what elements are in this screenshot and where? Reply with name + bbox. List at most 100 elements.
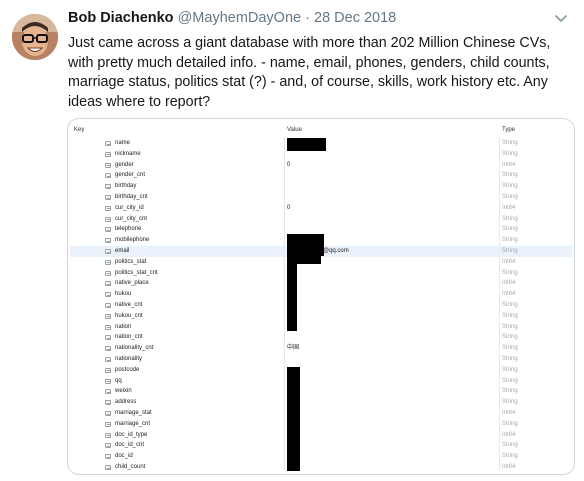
record-row[interactable]: native_cnt String xyxy=(70,300,572,311)
field-key: marriage_stat xyxy=(115,410,152,416)
author-name[interactable]: Bob Diachenko xyxy=(68,10,174,26)
record-row[interactable]: nationality_cnt 中国 String xyxy=(70,343,572,354)
field-key: email xyxy=(115,248,130,254)
field-icon xyxy=(105,195,111,200)
record-row[interactable]: doc_id String xyxy=(70,451,572,462)
record-row[interactable]: nation String xyxy=(70,322,572,333)
redaction-bar xyxy=(287,138,326,151)
field-key: address xyxy=(115,399,137,406)
field-icon xyxy=(105,141,111,146)
field-icon xyxy=(105,378,111,384)
field-key: nationality_cnt xyxy=(115,345,154,352)
field-icon xyxy=(105,313,111,319)
field-icon xyxy=(105,151,111,157)
field-icon xyxy=(105,367,111,373)
record-row[interactable]: doc_id_type Int64 xyxy=(70,430,572,441)
field-value: 0 xyxy=(287,161,291,168)
field-icon xyxy=(105,454,111,460)
record-row[interactable]: doc_id_cnt String xyxy=(70,440,572,451)
record-row[interactable]: politics_stat Int64 xyxy=(70,257,572,268)
field-key: mobilephone xyxy=(115,237,150,244)
field-key: native_cnt xyxy=(115,302,143,308)
record-row[interactable]: postcode String xyxy=(70,365,572,376)
field-type: String xyxy=(502,140,518,146)
field-type: String xyxy=(502,172,518,179)
field-icon xyxy=(105,216,111,222)
key-column-header: Key xyxy=(74,127,85,133)
field-icon xyxy=(105,357,111,362)
field-icon xyxy=(105,227,111,233)
field-type: String xyxy=(502,269,518,276)
record-row[interactable]: birthday_cnt String xyxy=(70,192,572,203)
record-row[interactable]: gender_cnt String xyxy=(70,170,572,181)
field-type: String xyxy=(502,194,518,200)
record-row[interactable]: marriage_cnt String xyxy=(70,419,572,430)
field-key: gender_cnt xyxy=(115,172,146,179)
header-separator: · xyxy=(305,10,310,26)
field-icon xyxy=(105,324,111,330)
record-row[interactable]: address String xyxy=(70,397,572,408)
field-key: cur_city_cnt xyxy=(115,215,148,222)
record-row[interactable]: native_place Int64 xyxy=(70,278,572,289)
field-key: telephone xyxy=(115,226,142,233)
field-type: String xyxy=(502,366,518,373)
redaction-bar xyxy=(287,256,297,331)
field-key: qq xyxy=(115,377,122,384)
field-icon xyxy=(105,292,111,298)
column-header-row: Key Value Type xyxy=(70,127,572,137)
field-key: birthday_cnt xyxy=(115,194,148,200)
record-row[interactable]: cur_city_id 0 Int64 xyxy=(70,203,572,214)
field-type: Int64 xyxy=(502,291,516,298)
record-row[interactable]: hukou Int64 xyxy=(70,289,572,300)
record-row[interactable]: marriage_stat Int64 xyxy=(70,408,572,419)
field-type: String xyxy=(502,183,518,190)
field-type: String xyxy=(502,248,518,254)
field-icon xyxy=(105,411,111,416)
field-type: String xyxy=(502,215,518,222)
field-icon xyxy=(105,184,111,190)
tweet-date[interactable]: 28 Dec 2018 xyxy=(314,10,396,26)
chevron-down-icon[interactable] xyxy=(553,12,569,26)
field-icon xyxy=(105,346,111,352)
record-row[interactable]: nationality String xyxy=(70,354,572,365)
avatar[interactable] xyxy=(12,14,58,60)
record-row[interactable]: birthday String xyxy=(70,181,572,192)
field-type: String xyxy=(502,442,518,449)
field-key: name xyxy=(115,140,131,146)
record-row[interactable]: cur_city_cnt String xyxy=(70,214,572,225)
field-key: hukou_cnt xyxy=(115,312,143,319)
field-type: Int64 xyxy=(502,280,516,287)
field-key: postcode xyxy=(115,366,140,373)
field-key: doc_id_type xyxy=(115,431,148,438)
database-screenshot: Key Value Type name String nickname String g… xyxy=(70,121,572,472)
author-handle[interactable]: @MayhemDayOne xyxy=(178,10,302,26)
field-icon xyxy=(105,421,111,427)
field-key: birthday xyxy=(115,183,137,190)
field-icon xyxy=(105,238,111,244)
record-row[interactable]: nation_cnt String xyxy=(70,332,572,343)
redaction-bar xyxy=(287,234,324,256)
field-type: String xyxy=(502,334,518,341)
field-type: String xyxy=(502,226,518,233)
record-row[interactable]: hukou_cnt String xyxy=(70,311,572,322)
field-value: 0 xyxy=(287,204,291,211)
field-icon xyxy=(105,162,111,168)
field-icon xyxy=(105,303,111,308)
field-type: String xyxy=(502,312,518,319)
field-icon xyxy=(105,335,111,341)
field-key: marriage_cnt xyxy=(115,420,151,427)
field-icon xyxy=(105,173,111,179)
field-icon xyxy=(105,259,111,265)
field-key: nickname xyxy=(115,150,141,157)
record-row[interactable]: politics_stat_cnt String xyxy=(70,268,572,279)
record-row[interactable]: gender 0 Int64 xyxy=(70,160,572,171)
field-key: politics_stat_cnt xyxy=(115,269,158,276)
field-key: native_place xyxy=(115,280,149,287)
field-type: String xyxy=(502,377,518,384)
field-icon xyxy=(105,281,111,287)
tweet-media[interactable]: Key Value Type name String nickname String g… xyxy=(67,118,575,475)
record-row[interactable]: child_count Int64 xyxy=(70,462,572,473)
field-type: String xyxy=(502,399,518,406)
record-row[interactable]: weixin String xyxy=(70,386,572,397)
record-row[interactable]: qq String xyxy=(70,376,572,387)
